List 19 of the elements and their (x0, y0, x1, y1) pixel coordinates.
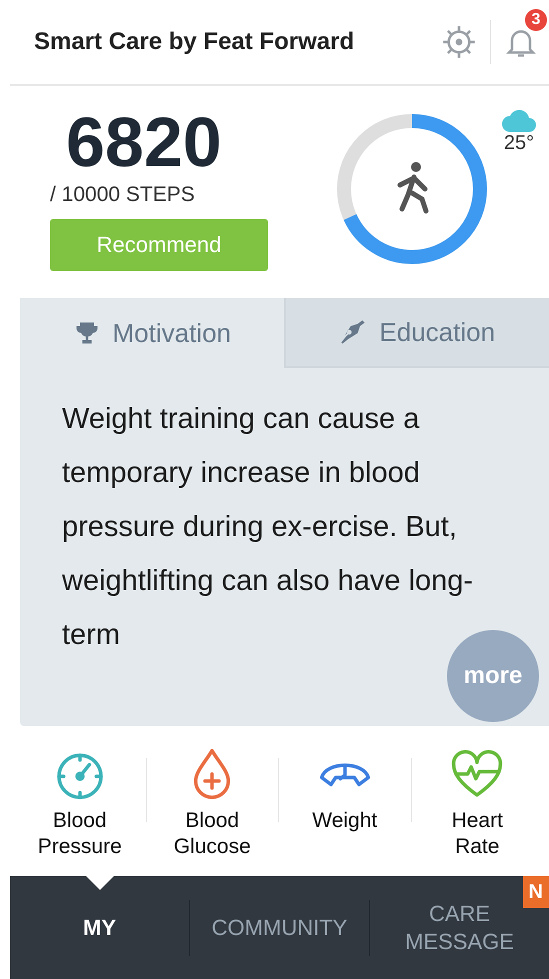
more-button[interactable]: more (447, 630, 539, 722)
nav-tab[interactable]: CARE MESSAGE N (370, 876, 549, 979)
app-title: Smart Care by Feat Forward (34, 28, 356, 56)
step-goal: / 10000 STEPS (50, 183, 195, 207)
walking-person-icon (398, 162, 428, 214)
pen-icon (339, 318, 368, 346)
nav-tab[interactable]: MY (10, 876, 189, 979)
step-count: 6820 (66, 107, 222, 177)
new-badge: N (522, 876, 549, 908)
tab[interactable]: Education (284, 298, 549, 368)
metric-button[interactable]: Weight (279, 746, 410, 876)
notification-count-badge: 3 (525, 9, 547, 31)
selection-pointer (86, 876, 114, 890)
metric-button[interactable]: Blood Pressure (14, 746, 146, 876)
metric-button[interactable]: Blood Glucose (146, 746, 278, 876)
metric-button[interactable]: Heart Rate (412, 746, 543, 876)
cloud-icon (502, 110, 536, 132)
temperature: 25° (504, 132, 534, 155)
nav-tab[interactable]: COMMUNITY (190, 876, 369, 979)
